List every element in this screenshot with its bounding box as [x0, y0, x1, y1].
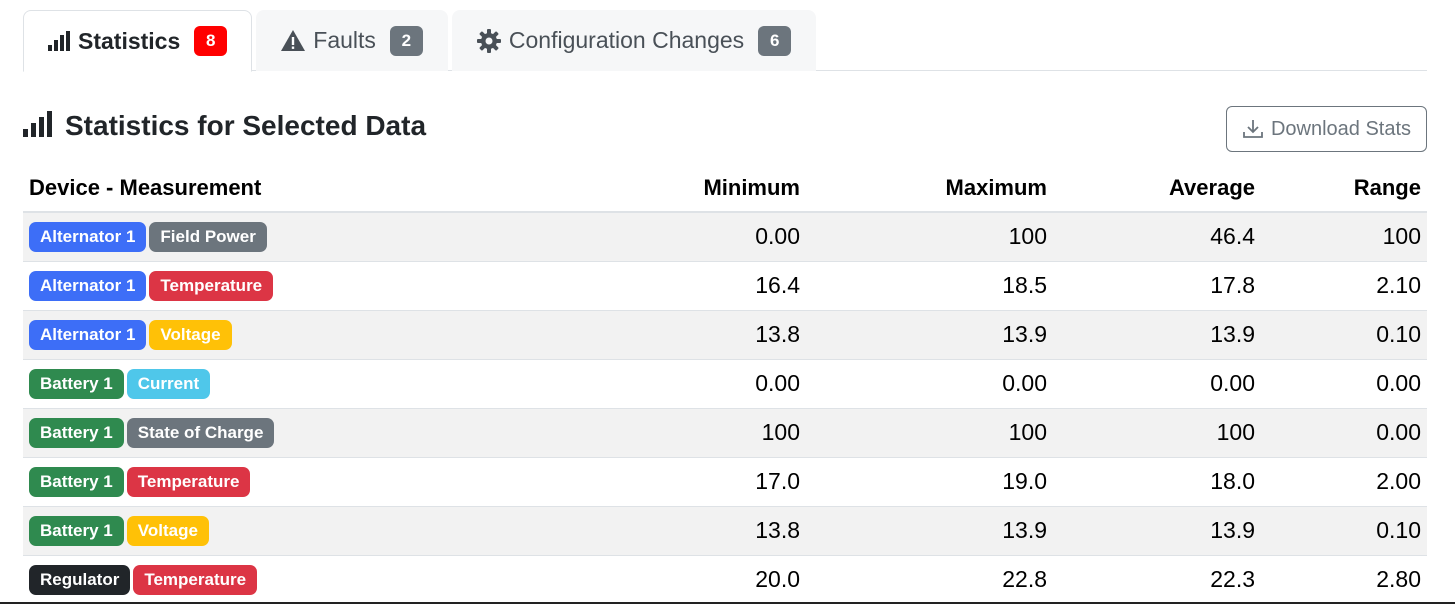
- device-measurement-cell: Battery 1 Temperature: [23, 457, 558, 507]
- range-cell: 0.10: [1261, 506, 1427, 556]
- column-header-average[interactable]: Average: [1053, 164, 1261, 213]
- measurement-badge: Current: [126, 368, 211, 399]
- tab-count-badge: 8: [194, 26, 228, 56]
- device-measurement-cell: Regulator Temperature: [23, 555, 558, 604]
- measurement-badge: Voltage: [126, 515, 209, 546]
- measurement-badge: Temperature: [133, 564, 258, 595]
- range-cell: 2.10: [1261, 261, 1427, 311]
- bar-chart-icon: [48, 31, 70, 51]
- measurement-badge: Field Power: [149, 221, 267, 252]
- download-icon: [1242, 118, 1264, 140]
- tab-statistics[interactable]: Statistics 8: [23, 10, 253, 72]
- tab-bar: Statistics 8 Faults 2 Configuration Chan…: [23, 10, 1427, 72]
- tab-faults[interactable]: Faults 2: [256, 10, 448, 71]
- device-measurement-cell: Alternator 1 Field Power: [23, 212, 558, 262]
- table-row: Alternator 1 Field Power 0.00 100 46.4 100: [23, 212, 1427, 262]
- device-measurement-cell: Alternator 1 Voltage: [23, 310, 558, 360]
- max-cell: 19.0: [806, 457, 1053, 507]
- max-cell: 22.8: [806, 555, 1053, 604]
- device-measurement-cell: Alternator 1 Temperature: [23, 261, 558, 311]
- statistics-table: Device - Measurement Minimum Maximum Ave…: [23, 164, 1427, 604]
- device-badge: Alternator 1: [29, 319, 147, 350]
- tab-label: Configuration Changes: [508, 27, 745, 53]
- min-cell: 0.00: [558, 359, 806, 409]
- section-heading: Statistics for Selected Data: [23, 110, 426, 142]
- device-badge: Battery 1: [29, 417, 124, 448]
- device-badge: Alternator 1: [29, 270, 147, 301]
- measurement-badge: Temperature: [149, 270, 274, 301]
- table-row: Battery 1 Voltage 13.8 13.9 13.9 0.10: [23, 506, 1427, 556]
- table-row: Regulator Temperature 20.0 22.8 22.3 2.80: [23, 555, 1427, 604]
- avg-cell: 13.9: [1053, 506, 1261, 556]
- avg-cell: 17.8: [1053, 261, 1261, 311]
- table-row: Alternator 1 Temperature 16.4 18.5 17.8 2.10: [23, 261, 1427, 311]
- min-cell: 13.8: [558, 310, 806, 360]
- range-cell: 100: [1261, 212, 1427, 262]
- min-cell: 20.0: [558, 555, 806, 604]
- range-cell: 0.10: [1261, 310, 1427, 360]
- column-header-maximum[interactable]: Maximum: [806, 164, 1053, 213]
- gear-icon: [476, 28, 501, 53]
- device-badge: Regulator: [29, 564, 131, 595]
- table-row: Battery 1 Temperature 17.0 19.0 18.0 2.00: [23, 457, 1427, 507]
- download-label: Download Stats: [1270, 117, 1412, 140]
- warning-icon: [281, 30, 306, 51]
- measurement-badge: Temperature: [126, 466, 251, 497]
- tab-configuration-changes[interactable]: Configuration Changes 6: [451, 10, 817, 71]
- range-cell: 0.00: [1261, 408, 1427, 458]
- page-title: Statistics for Selected Data: [65, 110, 427, 141]
- bar-chart-icon: [23, 110, 53, 142]
- avg-cell: 0.00: [1053, 359, 1261, 409]
- column-header-device-measurement[interactable]: Device - Measurement: [23, 164, 558, 213]
- tab-count-badge: 6: [758, 25, 792, 56]
- measurement-badge: Voltage: [149, 319, 232, 350]
- max-cell: 13.9: [806, 506, 1053, 556]
- max-cell: 100: [806, 408, 1053, 458]
- table-row: Battery 1 Current 0.00 0.00 0.00 0.00: [23, 359, 1427, 409]
- table-row: Battery 1 State of Charge 100 100 100 0.00: [23, 408, 1427, 458]
- download-stats-button[interactable]: Download Stats: [1226, 106, 1427, 152]
- max-cell: 0.00: [806, 359, 1053, 409]
- max-cell: 18.5: [806, 261, 1053, 311]
- min-cell: 16.4: [558, 261, 806, 311]
- max-cell: 100: [806, 212, 1053, 262]
- device-badge: Battery 1: [29, 368, 124, 399]
- device-badge: Battery 1: [29, 466, 124, 497]
- min-cell: 0.00: [558, 212, 806, 262]
- device-measurement-cell: Battery 1 Voltage: [23, 506, 558, 556]
- range-cell: 0.00: [1261, 359, 1427, 409]
- avg-cell: 22.3: [1053, 555, 1261, 604]
- measurement-badge: State of Charge: [126, 417, 275, 448]
- tab-label: Faults: [313, 27, 376, 53]
- range-cell: 2.80: [1261, 555, 1427, 604]
- avg-cell: 46.4: [1053, 212, 1261, 262]
- device-badge: Battery 1: [29, 515, 124, 546]
- min-cell: 100: [558, 408, 806, 458]
- column-header-minimum[interactable]: Minimum: [558, 164, 806, 213]
- device-badge: Alternator 1: [29, 221, 147, 252]
- tab-count-badge: 2: [389, 25, 423, 56]
- min-cell: 17.0: [558, 457, 806, 507]
- device-measurement-cell: Battery 1 State of Charge: [23, 408, 558, 458]
- avg-cell: 100: [1053, 408, 1261, 458]
- column-header-range[interactable]: Range: [1261, 164, 1427, 213]
- table-header-row: Device - Measurement Minimum Maximum Ave…: [23, 164, 1427, 213]
- device-measurement-cell: Battery 1 Current: [23, 359, 558, 409]
- table-row: Alternator 1 Voltage 13.8 13.9 13.9 0.10: [23, 310, 1427, 360]
- avg-cell: 13.9: [1053, 310, 1261, 360]
- min-cell: 13.8: [558, 506, 806, 556]
- tab-label: Statistics: [78, 27, 181, 54]
- max-cell: 13.9: [806, 310, 1053, 360]
- avg-cell: 18.0: [1053, 457, 1261, 507]
- range-cell: 2.00: [1261, 457, 1427, 507]
